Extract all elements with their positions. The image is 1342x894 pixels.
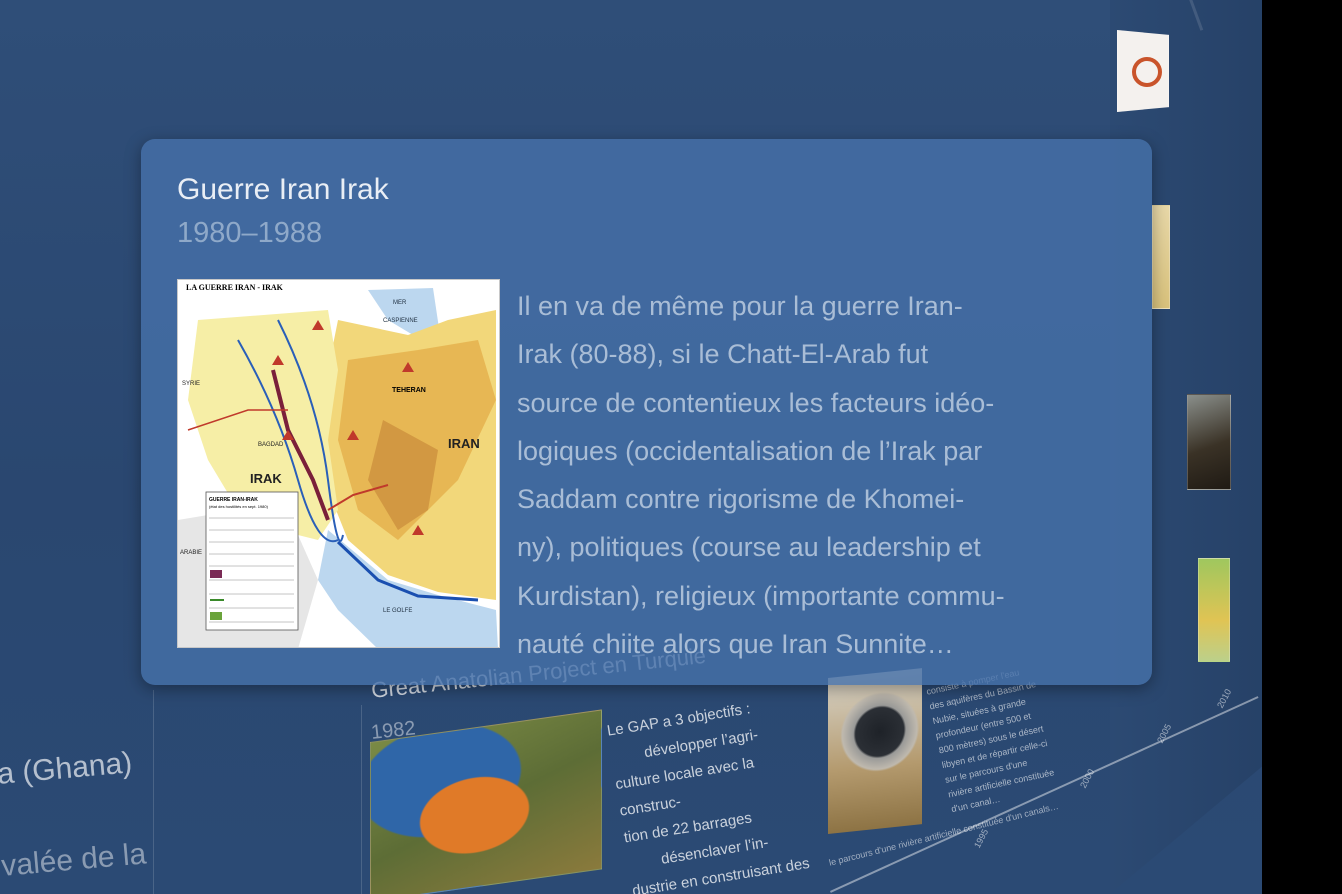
description-line: Irak (80-88), si le Chatt-El-Arab fut xyxy=(517,339,929,370)
map-legend-title: GUERRE IRAN-IRAK xyxy=(209,497,258,503)
event-title-ghana[interactable]: a (Ghana) xyxy=(0,746,134,792)
logo-ring-icon xyxy=(1132,57,1162,87)
event-description: Il en va de même pour la guerre Iran- Ir… xyxy=(517,282,1137,668)
map-label: CASPIENNE xyxy=(383,318,418,324)
map-label: IRAN xyxy=(448,436,480,451)
map-label: LE GOLFE xyxy=(383,608,412,614)
event-image-pipe[interactable] xyxy=(828,668,922,834)
description-line: Saddam contre rigorisme de Khomei- xyxy=(517,484,965,515)
description-line: logiques (occidentalisation de l’Irak pa… xyxy=(517,435,983,466)
map-label: SYRIE xyxy=(182,381,200,387)
map-legend-subtitle: (état des hostilités en sept. 1980) xyxy=(209,504,269,509)
description-line: Kurdistan), religieux (importante commu- xyxy=(517,580,1005,611)
map-heading: LA GUERRE IRAN - IRAK xyxy=(186,283,284,292)
map-label: TEHERAN xyxy=(392,387,426,394)
description-line: Il en va de même pour la guerre Iran- xyxy=(517,291,963,321)
description-line: ny), politiques (course au leadership et xyxy=(517,532,981,563)
map-label: MER xyxy=(393,300,407,306)
timeline-stage: a (Ghana) valée de la Great Anatolian Pr… xyxy=(0,0,1342,894)
event-image-map[interactable]: LA GUERRE IRAN - IRAK MER CASPIENNE TEHE… xyxy=(177,279,500,648)
description-line: source de contentieux les facteurs idéo- xyxy=(517,387,995,418)
event-title-valee[interactable]: valée de la xyxy=(0,837,148,884)
event-text-gap: Le GAP a 3 objectifs : développer l’agri… xyxy=(605,688,826,894)
map-label: BAGDAD xyxy=(258,442,284,448)
event-thumbnail-photo[interactable] xyxy=(1187,394,1231,490)
column-divider xyxy=(361,705,362,894)
event-title: Guerre Iran Irak xyxy=(177,173,389,206)
column-divider xyxy=(153,690,154,894)
map-label: IRAK xyxy=(250,471,282,486)
event-thumbnail-map[interactable] xyxy=(1152,205,1170,309)
event-thumbnail-logo[interactable] xyxy=(1117,30,1169,112)
map-label: ARABIE xyxy=(180,550,202,556)
event-thumbnail-chart[interactable] xyxy=(1198,558,1230,662)
description-line: nauté chiite alors que Iran Sunnite… xyxy=(517,629,954,660)
axis-tick-label: 2000 xyxy=(1078,767,1097,790)
event-date: 1980–1988 xyxy=(177,217,323,249)
event-detail-popup[interactable]: Guerre Iran Irak 1980–1988 LA GUERRE IRA… xyxy=(141,139,1152,685)
iran-iraq-war-map: LA GUERRE IRAN - IRAK MER CASPIENNE TEHE… xyxy=(178,280,499,647)
screen-edge xyxy=(1262,0,1342,894)
event-image-turkey-map[interactable] xyxy=(370,709,602,894)
